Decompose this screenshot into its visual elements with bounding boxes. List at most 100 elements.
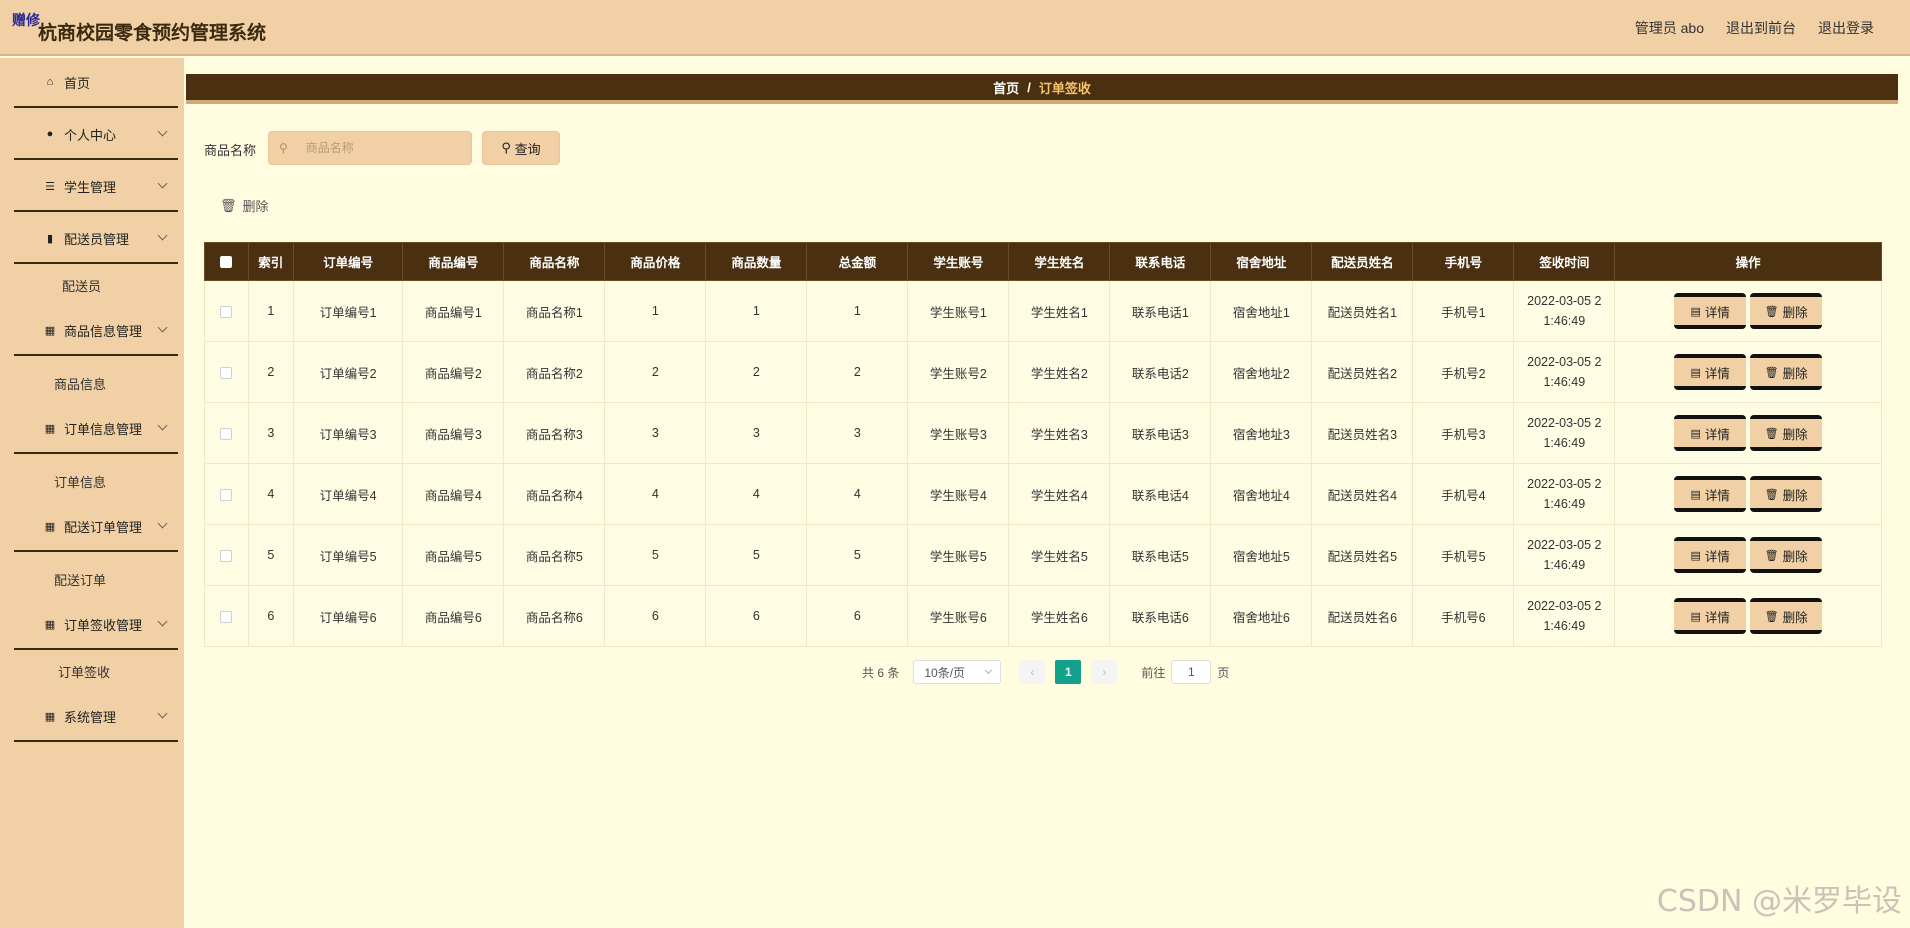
sign-time-line: 2022-03-05 2 xyxy=(1527,599,1602,613)
detail-button[interactable]: ▤ 详情 xyxy=(1674,537,1747,573)
pagination: 共 6 条 10条/页 ‹ 1 › 前往 1 页 xyxy=(862,660,1229,684)
row-select-cell xyxy=(204,524,249,586)
sidebar-sub-delivery-orders[interactable]: 配送订单 xyxy=(14,558,178,600)
detail-button[interactable]: ▤ 详情 xyxy=(1674,293,1747,329)
table-cell: 联系电话4 xyxy=(1109,463,1212,525)
sidebar-sub-order-info[interactable]: 订单信息 xyxy=(14,460,178,502)
delete-button[interactable]: 🗑 删除 xyxy=(1750,354,1823,390)
table-cell: 商品编号1 xyxy=(402,280,505,342)
row-select-cell xyxy=(204,585,249,647)
detail-button[interactable]: ▤ 详情 xyxy=(1674,415,1747,451)
sidebar-sub-receipt[interactable]: 订单签收 xyxy=(14,650,178,692)
table-cell: 商品编号5 xyxy=(402,524,505,586)
sidebar-item-delivery-orders[interactable]: ▦ 配送订单管理 xyxy=(14,502,178,552)
delete-button-label: 删除 xyxy=(1782,549,1808,564)
main-content: 首页 / 订单签收 商品名称 ⚲ ⚲ 查询 🗑 删除 索引 订单编号 商品编号 … xyxy=(184,58,1910,928)
page-number-button[interactable]: 1 xyxy=(1055,660,1082,684)
row-checkbox[interactable] xyxy=(220,366,233,379)
sidebar-item-orders[interactable]: ▦ 订单信息管理 xyxy=(14,404,178,454)
goto-label: 前往 xyxy=(1141,665,1166,680)
sign-time-line: 1:46:49 xyxy=(1543,436,1586,450)
trash-icon: 🗑 xyxy=(1764,305,1779,318)
table-cell: 订单编号6 xyxy=(292,585,404,647)
table-cell: 商品名称5 xyxy=(503,524,606,586)
operations-cell: ▤ 详情 🗑 删除 xyxy=(1614,585,1882,647)
detail-button[interactable]: ▤ 详情 xyxy=(1674,354,1747,390)
breadcrumb-current: 订单签收 xyxy=(1038,80,1091,96)
table-cell: 商品名称6 xyxy=(503,585,606,647)
orders-table: 索引 订单编号 商品编号 商品名称 商品价格 商品数量 总金额 学生账号 学生姓… xyxy=(204,242,1882,647)
table-cell: 商品编号4 xyxy=(402,463,505,525)
search-field[interactable]: ⚲ xyxy=(268,131,472,165)
sidebar-item-students[interactable]: ☰ 学生管理 xyxy=(14,162,178,212)
sidebar-item-personal-center[interactable]: ● 个人中心 xyxy=(14,110,178,160)
column-header: 配送员姓名 xyxy=(1311,242,1414,281)
batch-delete-button[interactable]: 🗑 删除 xyxy=(220,196,269,215)
table-cell: 配送员姓名3 xyxy=(1311,402,1414,464)
table-cell: 学生账号4 xyxy=(907,463,1010,525)
delete-button-label: 删除 xyxy=(1782,366,1808,381)
detail-button-label: 详情 xyxy=(1704,610,1730,625)
sidebar-item-home[interactable]: ⌂ 首页 xyxy=(14,58,178,108)
column-header: 商品名称 xyxy=(503,242,606,281)
table-header-row: 索引 订单编号 商品编号 商品名称 商品价格 商品数量 总金额 学生账号 学生姓… xyxy=(204,242,1882,281)
admin-label[interactable]: 管理员 abo xyxy=(1635,18,1704,38)
grid-icon: ▦ xyxy=(44,422,56,435)
sign-time-cell: 2022-03-05 2 1:46:49 xyxy=(1513,402,1616,464)
trash-icon: 🗑 xyxy=(1764,549,1779,562)
logout-link[interactable]: 退出登录 xyxy=(1818,18,1874,38)
delete-button[interactable]: 🗑 删除 xyxy=(1750,415,1823,451)
search-input[interactable] xyxy=(305,141,456,155)
query-button[interactable]: ⚲ 查询 xyxy=(482,131,560,165)
delete-button-label: 删除 xyxy=(1782,305,1808,320)
sidebar-item-products[interactable]: ▦ 商品信息管理 xyxy=(14,306,178,356)
chevron-down-icon xyxy=(157,708,168,719)
table-cell: 6 xyxy=(705,585,808,647)
row-checkbox[interactable] xyxy=(220,610,233,623)
delete-button[interactable]: 🗑 删除 xyxy=(1750,293,1823,329)
chevron-down-icon xyxy=(157,230,168,241)
table-cell: 3 xyxy=(247,402,294,464)
row-checkbox[interactable] xyxy=(220,305,233,318)
back-to-front-link[interactable]: 退出到前台 xyxy=(1726,18,1796,38)
sidebar-item-couriers[interactable]: ▮ 配送员管理 xyxy=(14,214,178,264)
grid-icon: ▦ xyxy=(44,324,56,337)
prev-page-button[interactable]: ‹ xyxy=(1019,660,1046,684)
sidebar-item-system[interactable]: ▦ 系统管理 xyxy=(14,692,178,742)
detail-button[interactable]: ▤ 详情 xyxy=(1674,598,1747,634)
table-cell: 1 xyxy=(247,280,294,342)
total-count: 共 6 条 xyxy=(862,665,900,680)
sidebar-item-label: 商品信息管理 xyxy=(64,323,143,339)
search-label: 商品名称 xyxy=(204,143,257,158)
table-cell: 宿舍地址6 xyxy=(1210,585,1313,647)
select-all-checkbox[interactable] xyxy=(220,256,233,269)
table-row: 2 订单编号2 商品编号2 商品名称2 2 2 2 学生账号2 学生姓名2 联系电话2 宿舍地址2 配… xyxy=(204,341,1882,403)
delete-button[interactable]: 🗑 删除 xyxy=(1750,598,1823,634)
next-page-button[interactable]: › xyxy=(1091,660,1118,684)
top-header: 赠修 杭商校园零食预约管理系统 管理员 abo 退出到前台 退出登录 xyxy=(0,0,1910,56)
row-checkbox[interactable] xyxy=(220,488,233,501)
sidebar-item-receipt[interactable]: ▦ 订单签收管理 xyxy=(14,600,178,650)
row-checkbox[interactable] xyxy=(220,427,233,440)
delete-button[interactable]: 🗑 删除 xyxy=(1750,476,1823,512)
sign-time-line: 2022-03-05 2 xyxy=(1527,355,1602,369)
detail-button-label: 详情 xyxy=(1704,305,1730,320)
goto-page-input[interactable]: 1 xyxy=(1171,660,1212,684)
detail-button[interactable]: ▤ 详情 xyxy=(1674,476,1747,512)
breadcrumb-home[interactable]: 首页 xyxy=(993,78,1019,97)
sidebar-sub-couriers[interactable]: 配送员 xyxy=(14,264,178,306)
row-checkbox[interactable] xyxy=(220,549,233,562)
table-cell: 手机号1 xyxy=(1412,280,1515,342)
delete-button[interactable]: 🗑 删除 xyxy=(1750,537,1823,573)
delete-button-label: 删除 xyxy=(1782,488,1808,503)
table-cell: 联系电话3 xyxy=(1109,402,1212,464)
sign-time-cell: 2022-03-05 2 1:46:49 xyxy=(1513,341,1616,403)
table-cell: 商品名称2 xyxy=(503,341,606,403)
page-size-select[interactable]: 10条/页 xyxy=(913,660,1002,684)
table-cell: 1 xyxy=(604,280,707,342)
home-icon: ⌂ xyxy=(46,76,54,88)
table-cell: 商品名称4 xyxy=(503,463,606,525)
column-header: 索引 xyxy=(247,242,294,281)
sidebar-sub-product-info[interactable]: 商品信息 xyxy=(14,362,178,404)
breadcrumb-separator: / xyxy=(1027,79,1031,95)
